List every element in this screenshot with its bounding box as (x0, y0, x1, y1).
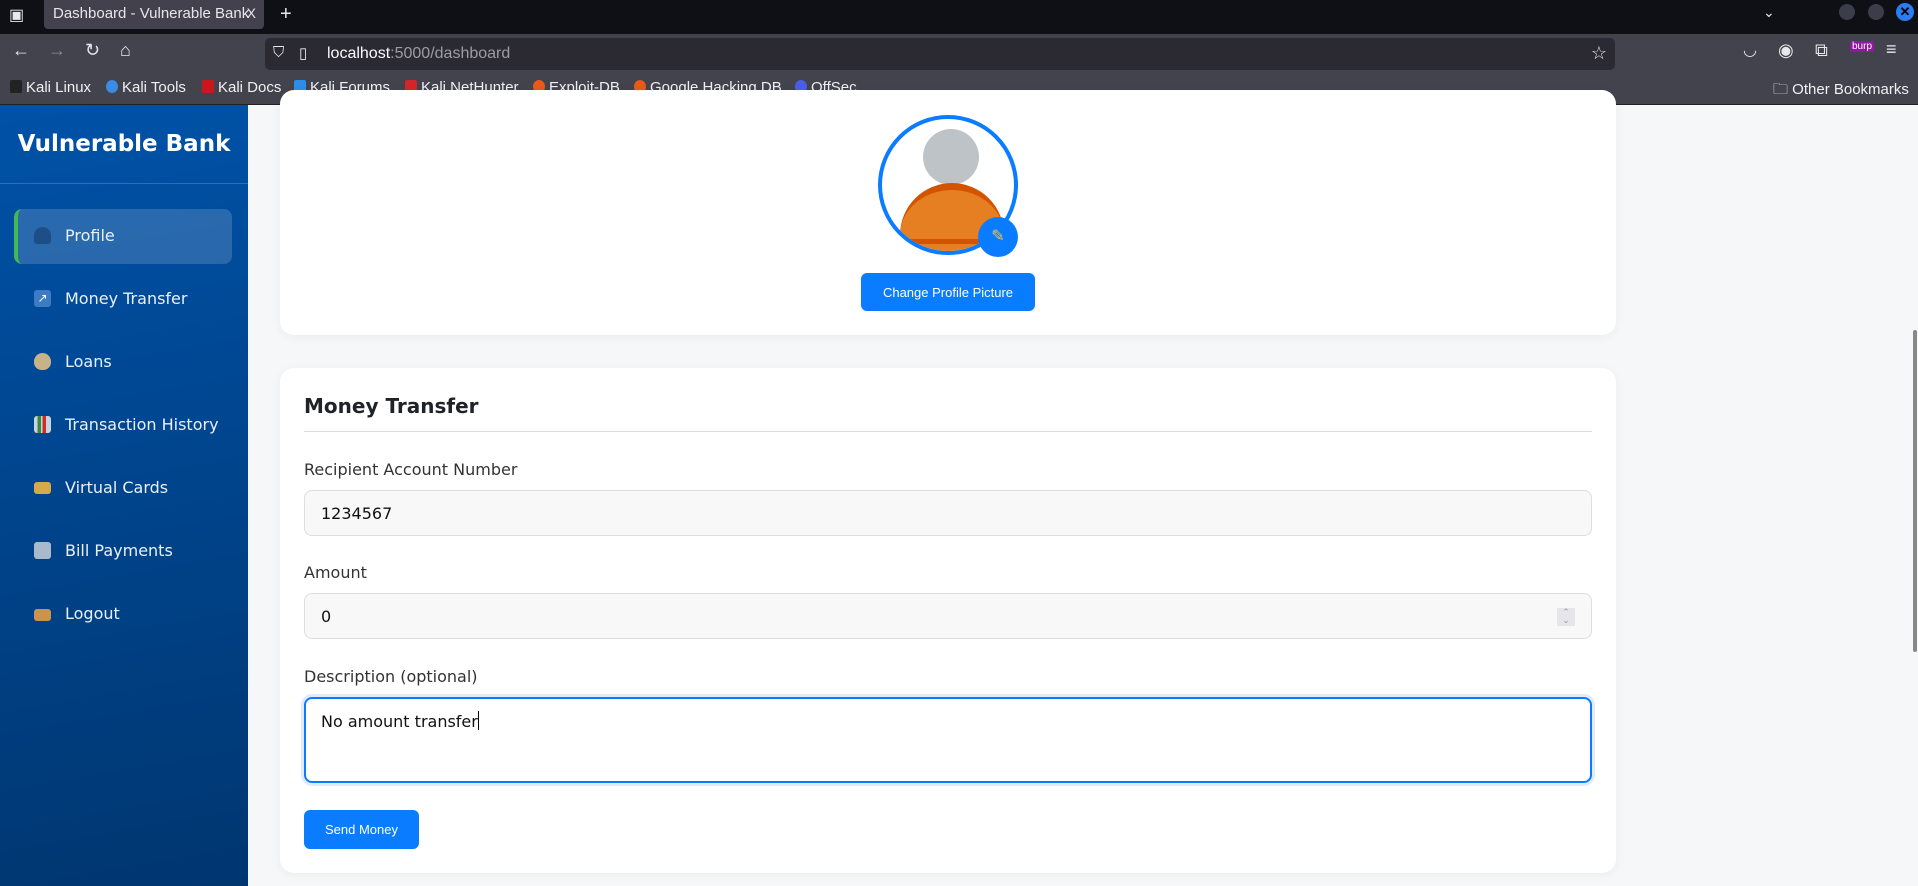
bookmark-kali-tools[interactable]: Kali Tools (106, 79, 186, 96)
description-textarea[interactable]: No amount transfer (304, 697, 1592, 783)
sidebar-item-label: Loans (65, 352, 112, 371)
sidebar: Vulnerable Bank Profile ↗ Money Transfer … (0, 105, 248, 886)
sidebar-item-label: Transaction History (65, 415, 219, 434)
folder-icon: 🗀 (1773, 81, 1793, 98)
other-bookmarks[interactable]: 🗀 Other Bookmarks (1773, 79, 1909, 104)
change-profile-picture-button[interactable]: Change Profile Picture (861, 273, 1035, 311)
url-host: localhost (327, 45, 391, 62)
page-scrollbar[interactable] (1913, 330, 1917, 652)
minimize-button[interactable] (1839, 4, 1855, 20)
burp-extension-icon[interactable]: burp (1850, 41, 1875, 52)
divider (304, 431, 1592, 432)
shield-icon[interactable]: ⛉ (273, 44, 284, 61)
tab-bar: ▣ Dashboard - Vulnerable Bank X + ⌄ ✕ (0, 0, 1918, 34)
recipient-account-input[interactable]: 1234567 (304, 490, 1592, 536)
forward-icon[interactable]: → (48, 40, 66, 61)
pencil-icon: ✎ (991, 228, 1005, 245)
page-icon: ▯ (299, 45, 308, 62)
sidebar-item-money-transfer[interactable]: ↗ Money Transfer (14, 272, 232, 327)
recipient-label: Recipient Account Number (304, 460, 518, 479)
sidebar-item-label: Money Transfer (65, 289, 188, 308)
description-value: No amount transfer (321, 712, 478, 731)
menu-icon[interactable]: ≡ (1886, 39, 1897, 60)
sidebar-divider (0, 183, 248, 184)
sidebar-item-label: Profile (65, 226, 115, 245)
chevron-down-icon[interactable]: ⌄ (1763, 4, 1775, 21)
sidebar-item-loans[interactable]: Loans (14, 335, 232, 390)
lock-icon (34, 609, 51, 621)
tab-title: Dashboard - Vulnerable Bank (53, 5, 250, 22)
tab-list-icon[interactable]: ▣ (9, 5, 24, 25)
text-caret (477, 711, 479, 730)
tab-dashboard[interactable]: Dashboard - Vulnerable Bank X (44, 0, 264, 29)
bookmark-star-icon[interactable]: ☆ (1591, 43, 1607, 64)
sidebar-item-bill-payments[interactable]: Bill Payments (14, 524, 232, 579)
arrow-up-right-icon: ↗ (34, 290, 51, 307)
nav-bar: ← → ↻ ⌂ ⛉ ▯ localhost:5000/dashboard ☆ ◡… (0, 34, 1918, 71)
tab-close-button[interactable]: X (247, 5, 256, 21)
sidebar-item-label: Logout (65, 604, 120, 623)
back-icon[interactable]: ← (12, 40, 30, 61)
reload-icon[interactable]: ↻ (85, 40, 100, 61)
edit-avatar-button[interactable]: ✎ (978, 217, 1018, 257)
user-icon (34, 227, 51, 244)
brand-title: Vulnerable Bank (17, 131, 231, 157)
url-bar[interactable]: ⛉ ▯ localhost:5000/dashboard ☆ (265, 38, 1615, 70)
account-icon[interactable]: ◉ (1778, 40, 1794, 61)
number-spinner[interactable]: ⌃ ⌄ (1557, 608, 1575, 626)
money-bag-icon (34, 353, 51, 370)
new-tab-button[interactable]: + (280, 3, 292, 26)
maximize-button[interactable] (1868, 4, 1884, 20)
pocket-icon[interactable]: ◡ (1743, 40, 1757, 60)
extensions-icon[interactable]: ⧉ (1815, 40, 1828, 61)
bookmark-kali-docs[interactable]: Kali Docs (202, 79, 281, 96)
sidebar-item-virtual-cards[interactable]: Virtual Cards (14, 461, 232, 516)
close-window-button[interactable]: ✕ (1896, 3, 1914, 21)
bar-chart-icon (34, 416, 51, 433)
amount-input[interactable]: 0 ⌃ ⌄ (304, 593, 1592, 639)
sidebar-item-label: Bill Payments (65, 541, 173, 560)
sidebar-item-logout[interactable]: Logout (14, 587, 232, 642)
home-icon[interactable]: ⌂ (120, 40, 131, 61)
sidebar-item-profile[interactable]: Profile (14, 209, 232, 264)
description-label: Description (optional) (304, 667, 478, 686)
sidebar-item-transaction-history[interactable]: Transaction History (14, 398, 232, 453)
bookmark-kali-linux[interactable]: Kali Linux (10, 79, 91, 96)
amount-value: 0 (321, 607, 332, 626)
credit-card-icon (34, 482, 51, 494)
sidebar-item-label: Virtual Cards (65, 478, 169, 497)
receipt-icon (34, 542, 51, 559)
amount-label: Amount (304, 563, 367, 582)
section-title: Money Transfer (304, 394, 479, 418)
url-path: :5000/dashboard (390, 45, 511, 62)
send-money-button[interactable]: Send Money (304, 810, 419, 849)
